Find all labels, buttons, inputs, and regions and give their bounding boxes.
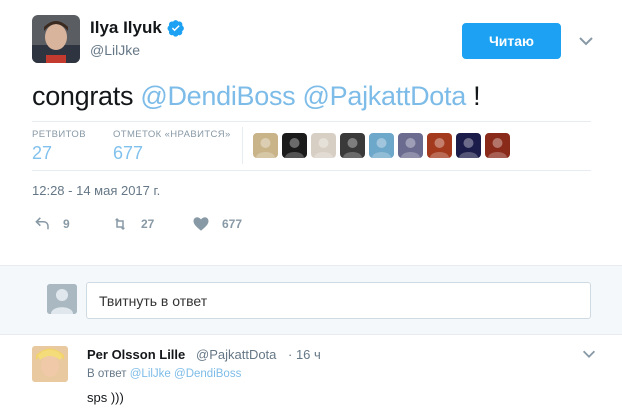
chevron-down-icon[interactable]	[576, 31, 596, 51]
reply-composer: Твитнуть в ответ	[0, 265, 622, 335]
reply-context-prefix: В ответ	[87, 368, 127, 380]
reply-count: 9	[63, 217, 70, 231]
retweet-action[interactable]: 27	[111, 215, 154, 233]
reply-mention-liljke[interactable]: @LilJke	[130, 368, 171, 380]
author-name-text[interactable]: Ilya Ilyuk	[90, 18, 162, 38]
reply-context: В ответ @LilJke @DendiBoss	[87, 368, 241, 380]
liker-avatar[interactable]	[253, 133, 278, 158]
verified-badge-icon	[167, 20, 184, 37]
liker-avatar[interactable]	[311, 133, 336, 158]
reply-text: sps )))	[87, 390, 124, 405]
likes-label[interactable]: ОТМЕТОК «НРАВИТСЯ»	[113, 129, 231, 140]
reply-author-handle[interactable]: @PajkattDota	[196, 347, 276, 362]
liker-avatar[interactable]	[456, 133, 481, 158]
reply-input[interactable]: Твитнуть в ответ	[86, 282, 591, 319]
like-action[interactable]: 677	[192, 215, 242, 233]
liker-avatar[interactable]	[485, 133, 510, 158]
like-count: 677	[222, 217, 243, 231]
liker-avatar[interactable]	[340, 133, 365, 158]
author-name[interactable]: Ilya Ilyuk	[90, 18, 185, 38]
divider	[32, 121, 591, 122]
tweet-text: congrats @DendiBoss @PajkattDota !	[32, 81, 481, 112]
tweet-timestamp[interactable]: 12:28 - 14 мая 2017 г.	[32, 183, 160, 198]
chevron-down-icon[interactable]	[580, 345, 598, 363]
reply-action[interactable]: 9	[33, 215, 70, 233]
main-tweet: Ilya Ilyuk @LilJke Читаю congrats @Dendi…	[0, 0, 622, 264]
reply-tweet: Per Olsson Lille @PajkattDota · 16 ч В о…	[0, 336, 622, 415]
liker-avatar[interactable]	[369, 133, 394, 158]
reply-author-name[interactable]: Per Olsson Lille	[87, 347, 185, 362]
reply-mention-dendiboss[interactable]: @DendiBoss	[174, 368, 241, 380]
reply-icon	[35, 217, 49, 230]
tweet-text-suffix: !	[465, 81, 481, 111]
mention-pajkattdota[interactable]: @PajkattDota	[303, 81, 467, 111]
retweets-label[interactable]: РЕТВИТОВ	[32, 129, 86, 140]
retweets-count[interactable]: 27	[32, 143, 52, 164]
mention-dendiboss[interactable]: @DendiBoss	[140, 81, 295, 111]
following-button[interactable]: Читаю	[462, 23, 561, 59]
reply-time[interactable]: · 16 ч	[288, 347, 321, 362]
liker-avatar[interactable]	[282, 133, 307, 158]
reply-author-avatar[interactable]	[32, 346, 68, 382]
likes-count[interactable]: 677	[113, 143, 143, 164]
liker-avatar[interactable]	[427, 133, 452, 158]
stats-separator	[242, 127, 243, 164]
author-handle[interactable]: @LilJke	[90, 42, 140, 58]
heart-icon	[193, 217, 209, 231]
liker-avatar[interactable]	[398, 133, 423, 158]
retweet-icon	[114, 218, 126, 230]
tweet-text-prefix: congrats	[32, 81, 141, 111]
own-avatar	[47, 284, 77, 314]
divider	[32, 170, 591, 171]
author-avatar[interactable]	[32, 15, 80, 63]
retweet-count: 27	[141, 217, 155, 231]
